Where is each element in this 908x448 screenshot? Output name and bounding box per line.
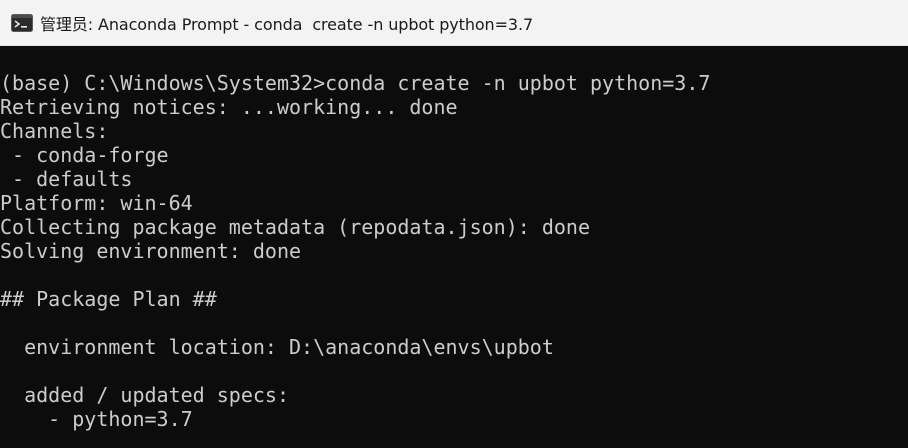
terminal-window: 管理员: Anaconda Prompt - conda create -n u… <box>0 0 908 448</box>
terminal-line: ## Package Plan ## <box>0 287 217 311</box>
terminal-line: Channels: <box>0 119 109 143</box>
terminal-line: - defaults <box>0 167 133 191</box>
terminal-line: Solving environment: done <box>0 239 302 263</box>
terminal-icon <box>11 13 33 32</box>
terminal-line: Platform: win-64 <box>0 191 193 215</box>
terminal-line: Collecting package metadata (repodata.js… <box>0 215 591 239</box>
title-bar[interactable]: 管理员: Anaconda Prompt - conda create -n u… <box>0 0 908 46</box>
terminal-line: added / updated specs: <box>0 383 289 407</box>
terminal-line: - conda-forge <box>0 143 169 167</box>
terminal-line: Retrieving notices: ...working... done <box>0 95 458 119</box>
window-title: 管理员: Anaconda Prompt - conda create -n u… <box>40 14 534 34</box>
terminal-line: (base) C:\Windows\System32>conda create … <box>0 71 711 95</box>
terminal-line: environment location: D:\anaconda\envs\u… <box>0 335 554 359</box>
terminal-output[interactable]: (base) C:\Windows\System32>conda create … <box>0 71 908 448</box>
terminal-line: - python=3.7 <box>0 407 193 431</box>
